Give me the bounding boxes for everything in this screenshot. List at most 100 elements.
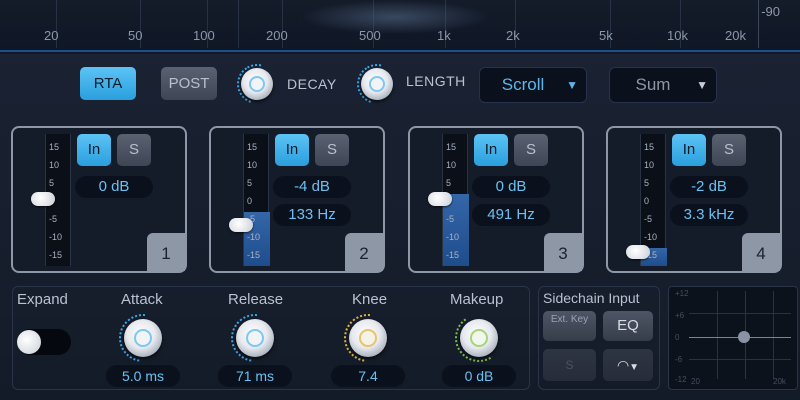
decay-label: DECAY (287, 76, 337, 92)
scale-label: -10 (644, 232, 658, 242)
graph-grid-line (689, 313, 791, 314)
band-gain-value[interactable]: 0 dB (75, 176, 153, 198)
sidechain-filter-dropdown[interactable]: ◠▼ (603, 349, 653, 381)
knob-center (369, 76, 385, 92)
gain-fader[interactable] (31, 192, 55, 206)
eq-dynamics-window: 20 50 100 200 500 1k 2k 5k 10k 20k -90 R… (0, 0, 800, 400)
graph-grid-line (717, 291, 718, 379)
eq-band-1: 15 10 5 0 -5 -10 -15 In S 0 dB 1 (11, 126, 187, 273)
band-freq-value[interactable]: 133 Hz (273, 204, 351, 226)
eq-band-2: 15 10 5 0 -5 -10 -15 In S -4 dB 133 Hz 2 (209, 126, 385, 273)
scale-label: -10 (446, 232, 460, 242)
sidechain-eq-button[interactable]: EQ (603, 311, 653, 341)
db-scale-label: -90 (761, 4, 780, 19)
gain-fader[interactable] (229, 218, 253, 232)
freq-label: 100 (193, 28, 215, 43)
scale-label: 5 (446, 178, 452, 188)
band-number: 2 (345, 233, 383, 271)
freq-label: 50 (128, 28, 143, 43)
scale-label: -15 (49, 250, 63, 260)
release-value[interactable]: 71 ms (218, 365, 292, 387)
band-in-button[interactable]: In (672, 134, 706, 166)
graph-grid-line (773, 291, 774, 379)
scale-label: 0 (247, 196, 253, 206)
scale-label: 15 (446, 142, 457, 152)
scale-label: -5 (446, 214, 455, 224)
band-gain-value[interactable]: 0 dB (472, 176, 550, 198)
release-knob[interactable] (236, 319, 274, 357)
post-button[interactable]: POST (161, 67, 217, 100)
freq-label: 20k (725, 28, 746, 43)
graph-y-tick: 0 (675, 333, 680, 342)
band-number: 1 (147, 233, 185, 271)
ext-key-button[interactable]: Ext. Key (543, 311, 596, 341)
scale-label: 5 (247, 178, 253, 188)
length-label: LENGTH (406, 73, 466, 89)
freq-label: 10k (667, 28, 688, 43)
freq-label: 20 (44, 28, 59, 43)
gain-fader[interactable] (428, 192, 452, 206)
band-in-button[interactable]: In (275, 134, 309, 166)
sidechain-solo-button[interactable]: S (543, 349, 596, 381)
rta-button[interactable]: RTA (80, 67, 136, 100)
freq-label: 1k (437, 28, 451, 43)
attack-label: Attack (121, 291, 163, 308)
display-mode-dropdown[interactable]: Scroll ▼ (479, 67, 587, 103)
scale-label: 5 (49, 178, 55, 188)
scale-label: -10 (49, 232, 63, 242)
band-solo-button[interactable]: S (117, 134, 151, 166)
dropdown-value: Sum (635, 75, 671, 94)
graph-x-tick: 20k (773, 377, 786, 386)
freq-label: 500 (359, 28, 381, 43)
makeup-label: Makeup (450, 291, 504, 308)
eq-band-3: 15 10 5 0 -5 -10 -15 In S 0 dB 491 Hz 3 (408, 126, 584, 273)
gain-fader[interactable] (626, 245, 650, 259)
band-gain-value[interactable]: -4 dB (273, 176, 351, 198)
graph-x-tick: 20 (691, 377, 700, 386)
band-in-button[interactable]: In (77, 134, 111, 166)
spectrum-analyzer: 20 50 100 200 500 1k 2k 5k 10k 20k -90 (0, 0, 800, 52)
scale-label: -5 (49, 214, 58, 224)
attack-knob[interactable] (124, 319, 162, 357)
knee-value[interactable]: 7.4 (331, 365, 405, 387)
scale-label: 10 (446, 160, 457, 170)
length-knob[interactable] (361, 68, 393, 100)
band-gain-value[interactable]: -2 dB (670, 176, 748, 198)
filter-shape-icon: ◠ (616, 357, 630, 373)
eq-band-4: 15 10 5 0 -5 -10 -15 In S -2 dB 3.3 kHz … (606, 126, 782, 273)
band-solo-button[interactable]: S (514, 134, 548, 166)
band-freq-value[interactable]: 491 Hz (472, 204, 550, 226)
scale-label: 15 (49, 142, 60, 152)
graph-y-tick: -12 (675, 375, 687, 384)
knee-knob[interactable] (349, 319, 387, 357)
band-freq-value[interactable]: 3.3 kHz (670, 204, 748, 226)
grid-line (238, 0, 239, 48)
makeup-knob[interactable] (460, 319, 498, 357)
scale-label: 15 (644, 142, 655, 152)
band-solo-button[interactable]: S (315, 134, 349, 166)
band-in-button[interactable]: In (474, 134, 508, 166)
scale-label: 5 (644, 178, 650, 188)
graph-handle[interactable] (738, 331, 750, 343)
toggle-knob (17, 330, 41, 354)
knob-center (359, 329, 377, 347)
decay-knob[interactable] (241, 68, 273, 100)
graph-grid-line (689, 359, 791, 360)
scale-label: -15 (247, 250, 261, 260)
scale-label: 10 (247, 160, 258, 170)
knob-center (470, 329, 488, 347)
graph-y-tick: +12 (675, 289, 689, 298)
knob-center (249, 76, 265, 92)
sidechain-title: Sidechain Input (543, 290, 640, 306)
band-number: 4 (742, 233, 780, 271)
freq-label: 2k (506, 28, 520, 43)
makeup-value[interactable]: 0 dB (442, 365, 516, 387)
graph-y-tick: +6 (675, 311, 685, 320)
knee-label: Knee (352, 291, 388, 308)
expand-toggle[interactable] (17, 329, 71, 355)
attack-value[interactable]: 5.0 ms (106, 365, 180, 387)
expand-label: Expand (17, 291, 68, 308)
channel-mode-dropdown[interactable]: Sum ▼ (609, 67, 717, 103)
band-solo-button[interactable]: S (712, 134, 746, 166)
knob-center (246, 329, 264, 347)
